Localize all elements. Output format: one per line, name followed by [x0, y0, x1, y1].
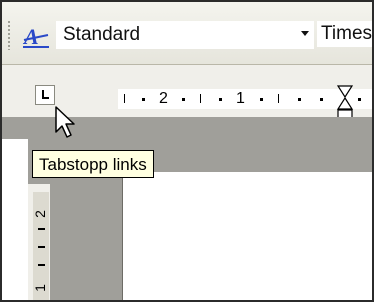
ruler-dot — [219, 98, 222, 101]
document-page[interactable] — [122, 172, 372, 300]
page-gutter — [50, 184, 122, 300]
vertical-ruler-tick — [38, 228, 45, 230]
font-dropdown[interactable]: Times — [317, 21, 373, 47]
style-value: Standard — [63, 24, 141, 45]
arrow-cursor-icon — [54, 106, 80, 140]
ruler-dot — [298, 98, 301, 101]
ruler-tick — [124, 94, 125, 103]
ruler-tick — [200, 94, 201, 103]
word-window: A Standard Times 2 1 2 1 Tabstopp links — [0, 0, 374, 302]
ruler-dot — [182, 98, 185, 101]
ruler-dot — [320, 98, 323, 101]
vertical-ruler-label-2: 2 — [31, 210, 48, 218]
ruler-label-1: 1 — [236, 90, 245, 107]
tab-stop-tooltip: Tabstopp links — [32, 150, 154, 178]
ruler-dot — [142, 98, 145, 101]
toolbar-grip[interactable] — [7, 20, 11, 50]
font-value: Times — [321, 23, 373, 44]
chevron-down-icon[interactable] — [301, 31, 309, 36]
vertical-ruler-label-1: 1 — [31, 284, 48, 292]
vertical-ruler-tick — [38, 246, 45, 248]
ruler-tick — [278, 94, 279, 103]
indent-marker-icon[interactable] — [336, 85, 354, 121]
formatting-toolbar: A Standard Times — [2, 2, 372, 65]
ruler-label-2: 2 — [159, 90, 168, 107]
style-dropdown[interactable]: Standard — [56, 21, 314, 49]
left-margin — [2, 139, 28, 300]
horizontal-ruler[interactable] — [118, 89, 372, 109]
style-a-icon[interactable]: A — [22, 22, 50, 50]
vertical-ruler-tick — [38, 264, 45, 266]
ruler-dot — [260, 98, 263, 101]
ruler-dot — [358, 98, 361, 101]
tab-selector-button[interactable] — [35, 85, 55, 105]
